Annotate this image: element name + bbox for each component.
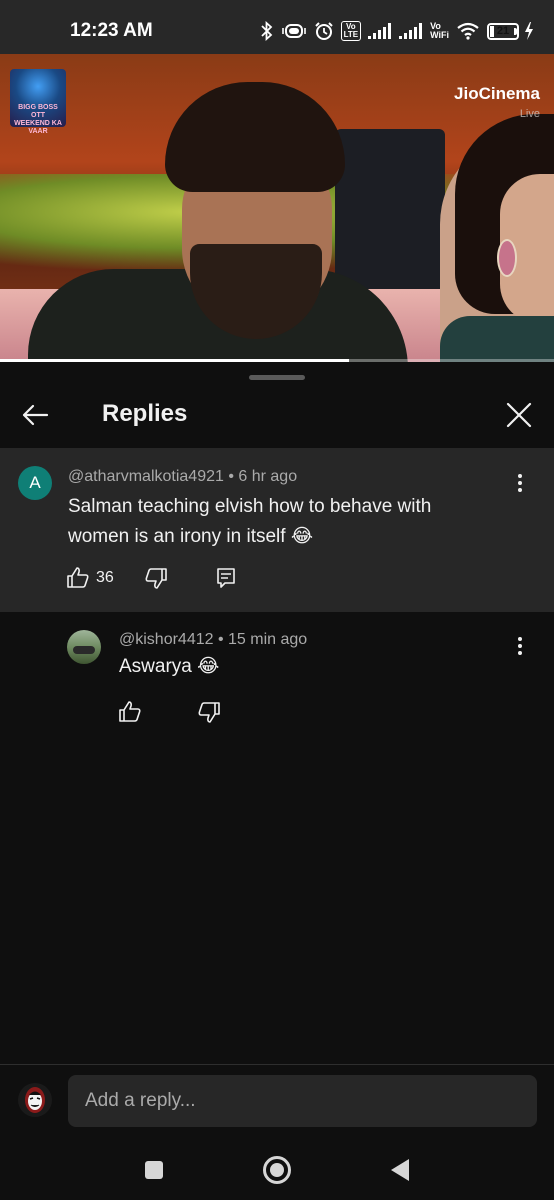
dislike-button[interactable]: [197, 698, 221, 726]
back-triangle-icon: [391, 1159, 409, 1181]
reply-actions: [118, 698, 221, 726]
avatar[interactable]: A: [18, 466, 52, 500]
more-options-button[interactable]: [510, 470, 530, 496]
like-button[interactable]: 36: [66, 564, 114, 592]
main-comment: A @atharvmalkotia4921 • 6 hr ago Salman …: [0, 448, 554, 612]
signal-icon: [399, 23, 423, 39]
avatar[interactable]: [67, 630, 101, 664]
reply-item: @kishor4412 • 15 min ago Aswarya 😂: [0, 612, 554, 742]
battery-icon: 21: [487, 22, 519, 40]
meta-separator: •: [228, 468, 239, 485]
reply-time: 15 min ago: [228, 631, 308, 648]
comment-text: Salman teaching elvish how to behave wit…: [68, 496, 432, 547]
dislike-button[interactable]: [144, 564, 168, 592]
status-bar: 12:23 AM Vo LTE Vo WiFi 21: [0, 0, 554, 54]
thumbs-down-icon: [198, 702, 220, 723]
status-time: 12:23 AM: [70, 20, 153, 41]
replies-panel: Replies A @atharvmalkotia4921 • 6 hr ago…: [0, 362, 554, 1200]
status-icons: Vo LTE Vo WiFi 21: [260, 17, 534, 45]
recents-button[interactable]: [134, 1152, 174, 1188]
meta-separator: •: [217, 631, 229, 648]
thumbs-up-icon: [67, 567, 89, 588]
comment-actions: 36: [66, 564, 236, 592]
avatar[interactable]: [18, 1083, 52, 1117]
home-circle-icon: [263, 1156, 291, 1184]
wifi-icon: [456, 22, 480, 40]
battery-level: 21: [496, 24, 510, 37]
user-avatar-icon: [25, 1087, 45, 1113]
vibrate-icon: [281, 21, 307, 41]
replies-header: Replies: [0, 390, 554, 446]
live-label: Live: [519, 108, 540, 120]
comment-time: 6 hr ago: [238, 468, 298, 485]
comment-icon: [216, 568, 235, 588]
charging-icon: [524, 22, 534, 40]
bigg-boss-logo-text: BIGG BOSS OTT WEEKEND KA VAAR: [14, 104, 62, 135]
alarm-icon: [314, 21, 334, 41]
vowifi-icon: Vo WiFi: [430, 21, 449, 40]
earring: [497, 239, 517, 277]
bluetooth-icon: [260, 21, 274, 41]
jiocinema-watermark: JioCinema: [454, 84, 540, 103]
system-nav-bar: [0, 1140, 554, 1200]
home-button[interactable]: [257, 1152, 297, 1188]
close-button[interactable]: [502, 398, 536, 432]
reply-text: Aswarya 😂: [119, 656, 220, 677]
thumbs-up-icon: [119, 701, 141, 722]
volte-icon: Vo LTE: [340, 21, 362, 41]
comment-meta: @atharvmalkotia4921 • 6 hr ago: [68, 468, 297, 486]
reply-button[interactable]: [216, 564, 236, 592]
page-title: Replies: [102, 400, 188, 427]
signal-icon: [368, 23, 392, 39]
reply-composer: [0, 1064, 554, 1142]
back-nav-button[interactable]: [380, 1152, 420, 1188]
like-count: 36: [96, 569, 114, 586]
more-options-button[interactable]: [510, 633, 530, 659]
drag-handle[interactable]: [249, 375, 305, 380]
reply-meta: @kishor4412 • 15 min ago: [119, 631, 307, 649]
video-player[interactable]: BIGG BOSS OTT WEEKEND KA VAAR JioCinema …: [0, 54, 554, 362]
back-button[interactable]: [18, 398, 52, 432]
comment-author[interactable]: @atharvmalkotia4921: [68, 468, 224, 485]
close-icon: [506, 402, 532, 428]
recents-square-icon: [145, 1161, 163, 1179]
arrow-left-icon: [22, 404, 49, 426]
thumbs-down-icon: [145, 568, 167, 589]
reply-input[interactable]: [68, 1075, 537, 1127]
reply-author[interactable]: @kishor4412: [119, 631, 214, 648]
like-button[interactable]: [118, 698, 142, 726]
